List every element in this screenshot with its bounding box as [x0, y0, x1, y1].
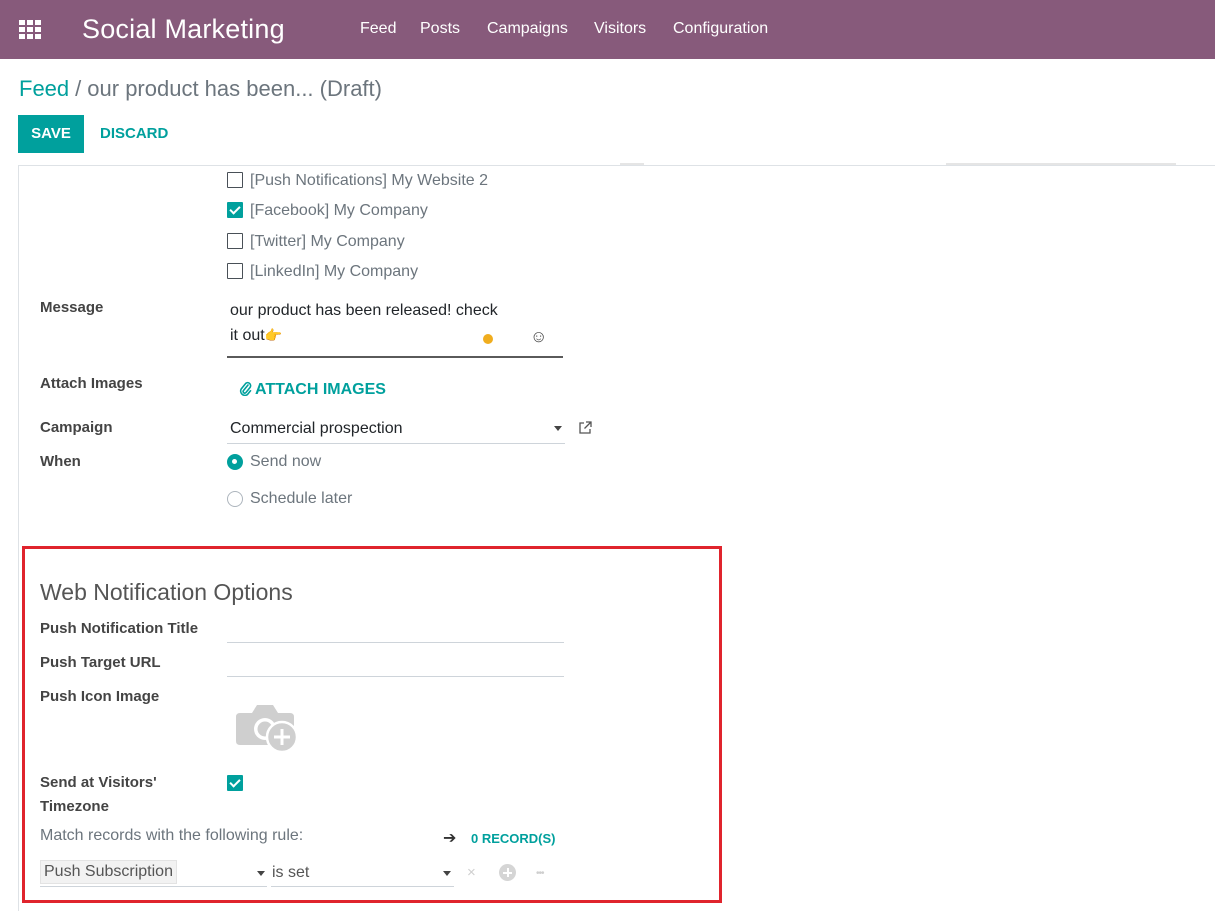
push-url-label: Push Target URL: [40, 654, 161, 671]
checkbox-checked[interactable]: [227, 202, 243, 218]
push-url-input[interactable]: [227, 651, 564, 677]
campaign-value: Commercial prospection: [230, 420, 403, 437]
menu-visitors[interactable]: Visitors: [594, 19, 646, 39]
chevron-down-icon[interactable]: [257, 871, 265, 876]
checkbox-checked[interactable]: [227, 775, 243, 791]
external-link-icon[interactable]: [577, 420, 593, 436]
attach-images-button[interactable]: ATTACH IMAGES: [239, 380, 386, 400]
chevron-down-icon[interactable]: [554, 426, 562, 431]
scroll-remnant: [946, 163, 1176, 165]
radio-label: Schedule later: [250, 490, 353, 507]
delete-rule-icon[interactable]: ×: [467, 864, 476, 882]
top-navbar: Social Marketing Feed Posts Campaigns Vi…: [0, 0, 1215, 59]
push-icon-label: Push Icon Image: [40, 688, 160, 705]
message-text[interactable]: our product has been released! check it …: [230, 299, 520, 348]
message-label: Message: [40, 299, 104, 316]
radio-button[interactable]: [227, 454, 243, 470]
section-title: Web Notification Options: [40, 579, 293, 605]
domain-operator-value: is set: [272, 864, 310, 881]
app-title[interactable]: Social Marketing: [82, 12, 285, 46]
account-label: [Twitter] My Company: [250, 233, 405, 250]
campaign-select[interactable]: Commercial prospection: [227, 416, 565, 444]
menu-feed[interactable]: Feed: [360, 19, 396, 39]
chevron-down-icon[interactable]: [443, 871, 451, 876]
control-panel-divider: [18, 165, 1215, 166]
visitor-timezone-label-2: Timezone: [40, 798, 109, 815]
breadcrumb-feed-link[interactable]: Feed: [19, 76, 69, 101]
breadcrumb-current: our product has been... (Draft): [87, 76, 382, 101]
breadcrumb-separator: /: [75, 76, 82, 101]
checkbox[interactable]: [227, 263, 243, 279]
radio-label: Send now: [250, 453, 322, 470]
records-count-button[interactable]: 0 RECORD(S): [471, 831, 556, 847]
campaign-label: Campaign: [40, 419, 113, 436]
scroll-remnant: [620, 163, 644, 165]
domain-field-select[interactable]: Push Subscription: [40, 860, 267, 887]
menu-posts[interactable]: Posts: [420, 19, 460, 39]
when-label: When: [40, 453, 81, 470]
arrow-right-icon: ➔: [443, 830, 457, 847]
visitor-timezone-label-1: Send at Visitors': [40, 774, 157, 791]
domain-field-value: Push Subscription: [40, 860, 177, 884]
radio-button[interactable]: [227, 491, 243, 507]
menu-configuration[interactable]: Configuration: [673, 19, 768, 39]
camera-add-icon[interactable]: [234, 697, 302, 755]
message-line-2: it out: [230, 327, 265, 344]
form-sheet-edge: [18, 166, 19, 911]
more-options-icon[interactable]: •••: [536, 865, 544, 883]
paperclip-icon: [239, 381, 252, 397]
menu-campaigns[interactable]: Campaigns: [487, 19, 568, 39]
add-rule-icon[interactable]: [499, 864, 516, 881]
push-title-label: Push Notification Title: [40, 620, 199, 637]
push-title-input[interactable]: [227, 617, 564, 643]
domain-rule-text: Match records with the following rule:: [40, 827, 304, 844]
attach-images-label: Attach Images: [40, 375, 143, 392]
emoji-picker-icon[interactable]: ☺: [530, 327, 547, 347]
discard-button[interactable]: DISCARD: [100, 124, 168, 144]
breadcrumb: Feed / our product has been... (Draft): [19, 75, 382, 103]
checkbox[interactable]: [227, 233, 243, 249]
attach-images-text: ATTACH IMAGES: [255, 381, 386, 398]
pointing-hand-emoji: 👉: [264, 327, 283, 343]
account-label: [LinkedIn] My Company: [250, 263, 419, 280]
save-button[interactable]: SAVE: [18, 115, 84, 153]
status-dot-icon: [483, 334, 493, 344]
account-label: [Facebook] My Company: [250, 202, 428, 219]
message-line-1: our product has been released! check: [230, 302, 498, 319]
grid-icon[interactable]: [19, 20, 41, 39]
domain-operator-select[interactable]: is set: [271, 860, 454, 887]
checkbox[interactable]: [227, 172, 243, 188]
message-textarea[interactable]: our product has been released! check it …: [227, 297, 563, 358]
account-label: [Push Notifications] My Website 2: [250, 172, 489, 189]
